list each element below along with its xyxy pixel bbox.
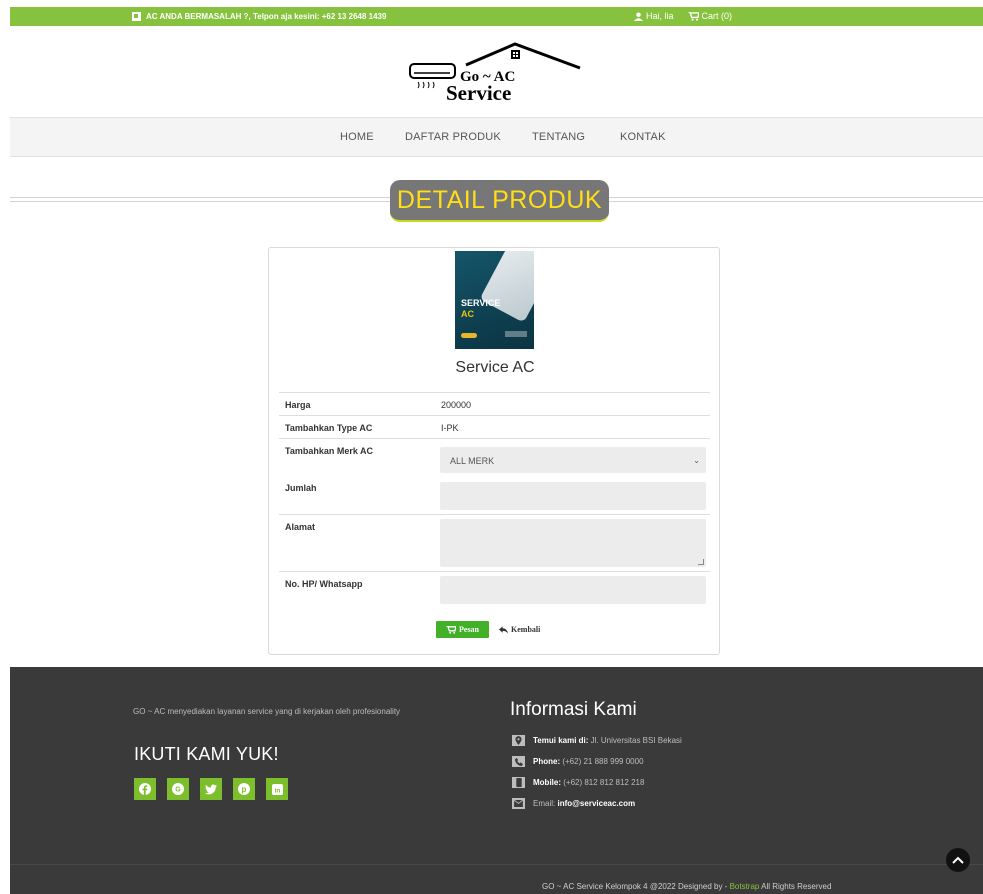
cart-text: Cart (0) <box>701 11 733 21</box>
logo-line2: Service <box>446 81 511 104</box>
merk-ac-selected: ALL MERK <box>450 456 495 466</box>
cart-icon <box>446 625 456 634</box>
pesan-button[interactable]: Pesan <box>436 621 489 638</box>
email-label: Email: <box>533 799 556 808</box>
kembali-label: Kembali <box>511 625 541 634</box>
svg-text:in: in <box>274 787 280 794</box>
envelope-icon <box>512 798 525 809</box>
address-value: Jl. Universitas BSI Bekasi <box>590 736 682 745</box>
info-email: Email: info@serviceac.com <box>512 798 635 809</box>
svg-text:G: G <box>175 787 181 794</box>
reply-icon <box>499 625 508 634</box>
mobile-value: (+62) 812 812 812 218 <box>563 778 645 787</box>
phone-icon <box>512 756 525 767</box>
product-image: SERVICE AC <box>455 251 534 349</box>
phone-value: (+62) 21 888 999 0000 <box>562 757 644 766</box>
copyright-pre: GO ~ AC Service Kelompok 4 @2022 Designe… <box>542 882 728 891</box>
address-label: Temui kami di: <box>533 736 589 745</box>
top-bar-notice-text: AC ANDA BERMASALAH ?, Telpon aja kesini:… <box>146 12 387 21</box>
pinterest-icon[interactable]: p <box>233 778 255 800</box>
user-greeting[interactable]: Hai, lia <box>634 11 674 21</box>
map-marker-icon <box>512 735 525 746</box>
user-icon <box>634 11 643 21</box>
mobile-icon <box>512 777 525 788</box>
resize-handle-icon[interactable] <box>698 559 704 565</box>
logo-graphic: Go ~ AC Service <box>409 42 581 105</box>
footer-info-title: Informasi Kami <box>510 699 637 720</box>
nav-tentang[interactable]: TENTANG <box>532 131 585 143</box>
product-image-text-2: AC <box>461 309 474 319</box>
harga-label: Harga <box>285 400 311 410</box>
merk-ac-label: Tambahkan Merk AC <box>285 446 374 456</box>
info-address: Temui kami di: Jl. Universitas BSI Bekas… <box>512 735 682 746</box>
jumlah-label: Jumlah <box>285 483 317 493</box>
row-divider <box>279 415 710 416</box>
chevron-down-icon: ⌄ <box>693 456 700 465</box>
linkedin-icon[interactable]: in <box>266 778 288 800</box>
page-title: DETAIL PRODUK <box>390 180 609 222</box>
footer-copyright: GO ~ AC Service Kelompok 4 @2022 Designe… <box>542 882 831 891</box>
nav-kontak[interactable]: KONTAK <box>620 131 666 143</box>
row-divider <box>279 392 710 393</box>
row-divider <box>279 438 710 439</box>
svg-text:p: p <box>242 785 247 794</box>
nav-daftar-produk[interactable]: DAFTAR PRODUK <box>405 131 501 143</box>
info-phone: Phone: (+62) 21 888 999 0000 <box>512 756 644 767</box>
row-divider <box>279 514 710 515</box>
row-divider <box>279 571 710 572</box>
cart-icon <box>687 11 699 21</box>
kembali-button[interactable]: Kembali <box>499 625 540 634</box>
footer-follow-title: IKUTI KAMI YUK! <box>134 744 279 764</box>
mobile-label: Mobile: <box>533 778 561 787</box>
footer-divider <box>10 864 983 865</box>
top-bar-notice: AC ANDA BERMASALAH ?, Telpon aja kesini:… <box>132 12 386 21</box>
hp-label: No. HP/ Whatsapp <box>285 579 363 589</box>
pesan-label: Pesan <box>459 625 479 634</box>
top-bar-right: Hai, lia Cart (0) <box>634 11 732 21</box>
footer: GO ~ AC menyediakan layanan service yang… <box>10 667 983 894</box>
merk-ac-select[interactable]: ALL MERK ⌄ <box>440 447 706 473</box>
phone-label: Phone: <box>533 757 561 766</box>
twitter-icon[interactable] <box>200 778 222 800</box>
footer-about: GO ~ AC menyediakan layanan service yang… <box>133 707 401 716</box>
back-to-top-button[interactable] <box>946 848 970 872</box>
type-ac-value: I-PK <box>441 423 459 433</box>
designer-link[interactable]: Botstrap <box>730 882 760 891</box>
facebook-icon[interactable] <box>134 778 156 800</box>
phone-square-icon <box>132 12 141 21</box>
alamat-textarea[interactable] <box>440 519 706 567</box>
site-logo[interactable]: Go ~ AC Service <box>408 42 583 105</box>
main-nav: HOME DAFTAR PRODUK TENTANG KONTAK <box>10 117 983 157</box>
copyright-post: All Rights Reserved <box>761 882 832 891</box>
product-detail-card: SERVICE AC Service AC Harga 200000 Tamba… <box>268 247 720 655</box>
email-value[interactable]: info@serviceac.com <box>557 799 635 808</box>
alamat-label: Alamat <box>285 522 316 532</box>
product-image-text-1: SERVICE <box>461 298 501 308</box>
google-plus-icon[interactable]: G <box>167 778 189 800</box>
cart-link[interactable]: Cart (0) <box>687 11 733 21</box>
chevron-up-icon <box>952 856 964 864</box>
product-name: Service AC <box>455 359 535 376</box>
harga-value: 200000 <box>441 400 472 410</box>
nav-home[interactable]: HOME <box>340 131 374 143</box>
jumlah-input[interactable] <box>440 482 706 510</box>
hp-input[interactable] <box>440 576 706 604</box>
info-mobile: Mobile: (+62) 812 812 812 218 <box>512 777 644 788</box>
top-bar: AC ANDA BERMASALAH ?, Telpon aja kesini:… <box>10 7 983 26</box>
user-greeting-text: Hai, lia <box>646 11 674 21</box>
type-ac-label: Tambahkan Type AC <box>285 423 373 433</box>
